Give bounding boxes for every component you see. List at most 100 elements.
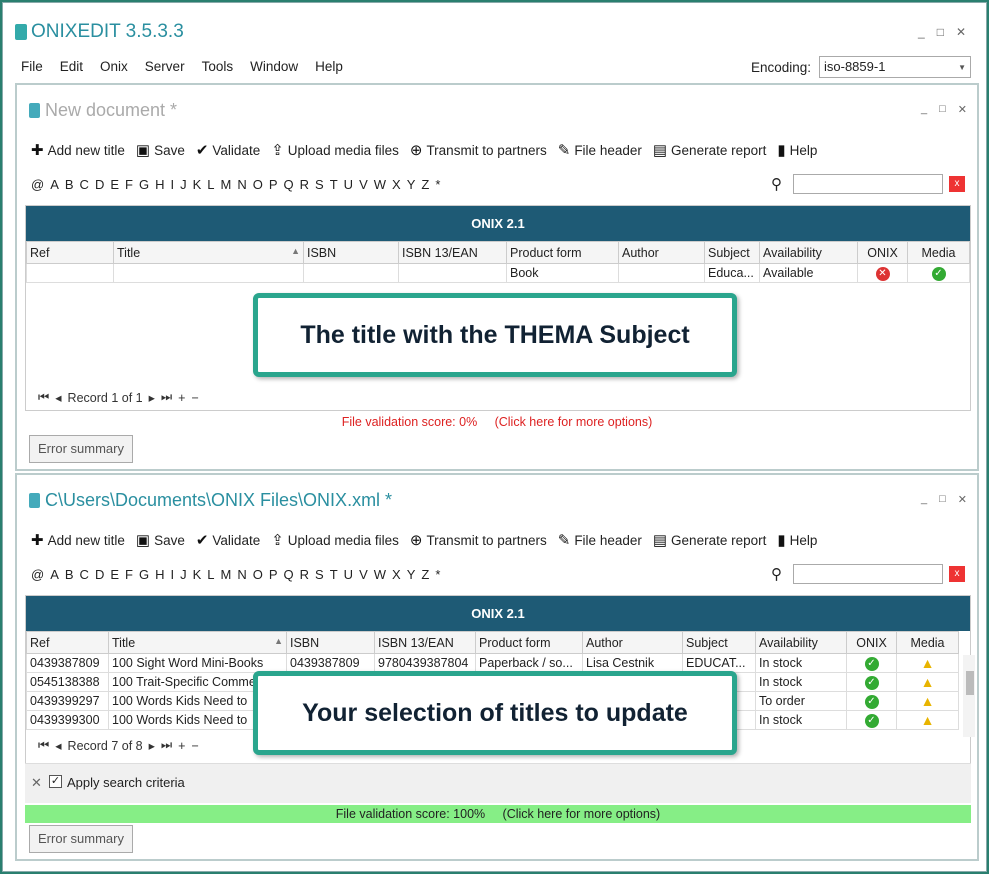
alpha-letter[interactable]: J (180, 177, 187, 192)
alpha-letter[interactable]: * (435, 177, 440, 192)
file-header-button[interactable]: ✎ File header (558, 531, 642, 549)
clear-search-button[interactable]: x (949, 176, 965, 192)
remove-record-icon[interactable]: − (191, 739, 198, 753)
more-options-link[interactable]: (Click here for more options) (495, 415, 653, 429)
validation-score[interactable]: File validation score: 100% (Click here … (25, 805, 971, 823)
col-product-form[interactable]: Product form (506, 241, 619, 264)
last-record-icon[interactable]: ⏭ (161, 390, 172, 405)
encoding-select[interactable]: iso-8859-1 ▼ (819, 56, 971, 78)
alpha-letter[interactable]: K (193, 567, 202, 582)
next-record-icon[interactable]: ▸ (149, 390, 155, 405)
close-button[interactable]: ✕ (958, 103, 967, 116)
more-options-link[interactable]: (Click here for more options) (503, 807, 661, 821)
alpha-letter[interactable]: B (65, 567, 74, 582)
scrollbar-thumb[interactable] (966, 671, 974, 695)
maximize-button[interactable]: □ (939, 103, 946, 116)
add-record-icon[interactable]: + (178, 739, 185, 753)
alpha-letter[interactable]: Z (421, 567, 429, 582)
minimize-button[interactable]: _ (921, 493, 927, 506)
menu-file[interactable]: File (21, 59, 43, 74)
alpha-letter[interactable]: X (392, 177, 401, 192)
apply-criteria-checkbox[interactable]: ✓ (49, 775, 62, 788)
alpha-letter[interactable]: S (315, 177, 324, 192)
search-input[interactable] (793, 564, 943, 584)
col-ean[interactable]: ISBN 13/EAN (398, 241, 507, 264)
alpha-letter[interactable]: R (300, 177, 309, 192)
alpha-letter[interactable]: J (180, 567, 187, 582)
col-onix[interactable]: ONIX (857, 241, 908, 264)
vertical-scrollbar[interactable] (963, 655, 975, 737)
alpha-letter[interactable]: I (170, 177, 174, 192)
alpha-letter[interactable]: U (344, 567, 353, 582)
col-title[interactable]: Title ▲ (113, 241, 304, 264)
alpha-letter[interactable]: Q (284, 177, 294, 192)
help-button[interactable]: ▮ Help (777, 141, 817, 159)
first-record-icon[interactable]: ⏮ (38, 738, 49, 753)
transmit-button[interactable]: ⊕ Transmit to partners (410, 141, 547, 159)
alpha-letter[interactable]: I (170, 567, 174, 582)
report-button[interactable]: ▤ Generate report (653, 141, 767, 159)
save-button[interactable]: ▣ Save (136, 141, 185, 159)
minimize-button[interactable]: _ (918, 25, 925, 39)
alpha-letter[interactable]: C (80, 567, 89, 582)
col-media[interactable]: Media (907, 241, 970, 264)
next-record-icon[interactable]: ▸ (149, 738, 155, 753)
alpha-letter[interactable]: N (237, 177, 246, 192)
alpha-letter[interactable]: W (374, 567, 386, 582)
col-isbn[interactable]: ISBN (303, 241, 399, 264)
menu-onix[interactable]: Onix (100, 59, 128, 74)
menu-edit[interactable]: Edit (60, 59, 83, 74)
validation-score[interactable]: File validation score: 0% (Click here fo… (17, 415, 977, 429)
alpha-letter[interactable]: F (125, 567, 133, 582)
close-button[interactable]: ✕ (956, 25, 966, 39)
alpha-letter[interactable]: H (155, 567, 164, 582)
alpha-letter[interactable]: T (330, 567, 338, 582)
menu-server[interactable]: Server (145, 59, 185, 74)
validate-button[interactable]: ✔ Validate (196, 141, 260, 159)
alpha-letter[interactable]: A (50, 177, 59, 192)
remove-record-icon[interactable]: − (191, 391, 198, 405)
minimize-button[interactable]: _ (921, 103, 927, 116)
alpha-letter[interactable]: S (315, 567, 324, 582)
clear-search-button[interactable]: x (949, 566, 965, 582)
add-record-icon[interactable]: + (178, 391, 185, 405)
alpha-letter[interactable]: D (95, 567, 104, 582)
alpha-letter[interactable]: F (125, 177, 133, 192)
menu-help[interactable]: Help (315, 59, 343, 74)
col-ref[interactable]: Ref (26, 241, 114, 264)
add-title-button[interactable]: ✚ Add new title (31, 531, 125, 549)
alpha-letter[interactable]: L (207, 567, 214, 582)
alpha-letter[interactable]: Y (407, 567, 416, 582)
col-author[interactable]: Author (618, 241, 705, 264)
alpha-letter[interactable]: M (221, 567, 232, 582)
alpha-letter[interactable]: @ (31, 567, 44, 582)
alpha-letter[interactable]: P (269, 567, 278, 582)
search-input[interactable] (793, 174, 943, 194)
col-subject[interactable]: Subject (682, 631, 756, 654)
menu-tools[interactable]: Tools (202, 59, 234, 74)
alpha-letter[interactable]: O (253, 567, 263, 582)
col-media[interactable]: Media (896, 631, 959, 654)
alpha-letter[interactable]: E (110, 177, 119, 192)
alpha-letter[interactable]: M (221, 177, 232, 192)
error-summary-button[interactable]: Error summary (29, 825, 133, 853)
col-onix[interactable]: ONIX (846, 631, 897, 654)
col-title[interactable]: Title ▲ (108, 631, 287, 654)
close-button[interactable]: ✕ (958, 493, 967, 506)
alpha-letter[interactable]: H (155, 177, 164, 192)
alpha-letter[interactable]: @ (31, 177, 44, 192)
col-product-form[interactable]: Product form (475, 631, 583, 654)
prev-record-icon[interactable]: ◂ (55, 738, 61, 753)
col-subject[interactable]: Subject (704, 241, 760, 264)
alpha-letter[interactable]: B (65, 177, 74, 192)
save-button[interactable]: ▣ Save (136, 531, 185, 549)
add-title-button[interactable]: ✚ Add new title (31, 141, 125, 159)
table-row[interactable]: Book Educa... Available ✕ ✓ (26, 263, 970, 283)
upload-button[interactable]: ⇪ Upload media files (271, 531, 399, 549)
alpha-letter[interactable]: Y (407, 177, 416, 192)
alpha-letter[interactable]: C (80, 177, 89, 192)
col-availability[interactable]: Availability (759, 241, 858, 264)
report-button[interactable]: ▤ Generate report (653, 531, 767, 549)
alpha-letter[interactable]: Q (284, 567, 294, 582)
alpha-letter[interactable]: P (269, 177, 278, 192)
